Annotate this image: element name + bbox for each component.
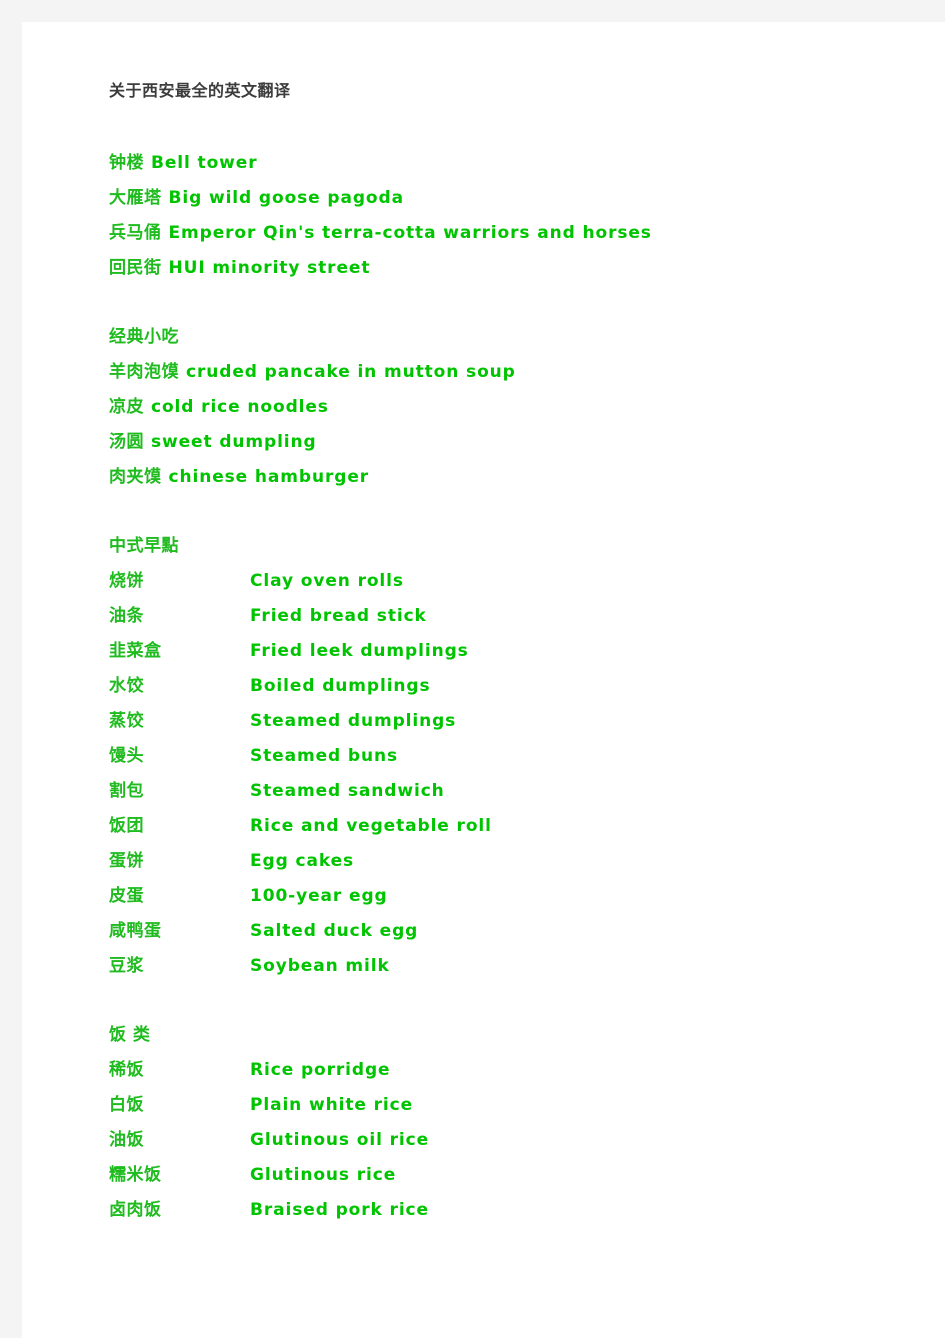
rice-english: Plain white rice (250, 1095, 414, 1115)
breakfast-chinese: 饭团 (109, 816, 144, 836)
list-item: 大雁塔 Big wild goose pagoda (109, 181, 889, 216)
table-row: 油饭 Glutinous oil rice (109, 1123, 889, 1158)
page-title: 关于西安最全的英文翻译 (109, 81, 291, 100)
breakfast-english: 100-year egg (250, 886, 388, 906)
breakfast-chinese: 油条 (109, 606, 144, 626)
breakfast-english: Rice and vegetable roll (250, 816, 492, 836)
snack-chinese: 汤圆 (109, 432, 144, 452)
table-row: 水饺 Boiled dumplings (109, 669, 889, 704)
breakfast-chinese: 馒头 (109, 746, 144, 766)
list-item: 肉夹馍 chinese hamburger (109, 460, 889, 495)
table-row: 糯米饭 Glutinous rice (109, 1158, 889, 1193)
rice-chinese: 稀饭 (109, 1060, 144, 1080)
rice-english: Glutinous rice (250, 1165, 397, 1185)
breakfast-chinese: 水饺 (109, 676, 144, 696)
list-item: 汤圆 sweet dumpling (109, 425, 889, 460)
rice-english: Braised pork rice (250, 1200, 429, 1220)
rice-english: Glutinous oil rice (250, 1130, 430, 1150)
landmark-chinese: 大雁塔 (109, 188, 162, 208)
table-row: 蒸饺 Steamed dumplings (109, 704, 889, 739)
landmark-chinese: 回民街 (109, 258, 162, 278)
breakfast-english: Fried leek dumplings (250, 641, 469, 661)
breakfast-chinese: 烧饼 (109, 571, 144, 591)
breakfast-english: Boiled dumplings (250, 676, 431, 696)
table-row: 油条 Fried bread stick (109, 599, 889, 634)
breakfast-chinese: 蛋饼 (109, 851, 144, 871)
rice-chinese: 卤肉饭 (109, 1200, 162, 1220)
breakfast-english: Clay oven rolls (250, 571, 404, 591)
breakfast-english: Steamed dumplings (250, 711, 457, 731)
rice-chinese: 白饭 (109, 1095, 144, 1115)
breakfast-chinese: 咸鸭蛋 (109, 921, 162, 941)
table-row: 割包 Steamed sandwich (109, 774, 889, 809)
breakfast-chinese: 豆浆 (109, 956, 144, 976)
rice-english: Rice porridge (250, 1060, 391, 1080)
snack-english: sweet dumpling (151, 432, 317, 452)
list-item: 羊肉泡馍 cruded pancake in mutton soup (109, 355, 889, 390)
landmark-chinese: 兵马俑 (109, 223, 162, 243)
landmark-english: HUI minority street (168, 258, 371, 278)
table-row: 馒头 Steamed buns (109, 739, 889, 774)
landmarks-section: 钟楼 Bell tower 大雁塔 Big wild goose pagoda 兵马… (109, 146, 889, 286)
table-row: 豆浆 Soybean milk (109, 949, 889, 984)
snack-english: cruded pancake in mutton soup (186, 362, 516, 382)
breakfast-chinese: 皮蛋 (109, 886, 144, 906)
breakfast-english: Steamed sandwich (250, 781, 445, 801)
section-heading-breakfast: 中式早點 (109, 529, 889, 564)
section-heading-label: 经典小吃 (109, 327, 179, 347)
table-row: 稀饭 Rice porridge (109, 1053, 889, 1088)
landmark-english: Emperor Qin's terra-cotta warriors and h… (168, 223, 652, 243)
section-heading-snacks: 经典小吃 (109, 320, 889, 355)
section-heading-rice: 饭 类 (109, 1018, 889, 1053)
table-row: 韭菜盒 Fried leek dumplings (109, 634, 889, 669)
snack-chinese: 凉皮 (109, 397, 144, 417)
landmark-chinese: 钟楼 (109, 153, 144, 173)
list-item: 回民街 HUI minority street (109, 251, 889, 286)
breakfast-chinese: 割包 (109, 781, 144, 801)
document-page: 关于西安最全的英文翻译 钟楼 Bell tower 大雁塔 Big wild goo… (22, 22, 945, 1338)
landmark-english: Bell tower (151, 153, 258, 173)
breakfast-chinese: 蒸饺 (109, 711, 144, 731)
snack-english: cold rice noodles (151, 397, 329, 417)
table-row: 饭团 Rice and vegetable roll (109, 809, 889, 844)
breakfast-english: Steamed buns (250, 746, 398, 766)
breakfast-english: Soybean milk (250, 956, 390, 976)
rice-chinese: 油饭 (109, 1130, 144, 1150)
snacks-section: 经典小吃 羊肉泡馍 cruded pancake in mutton soup 凉… (109, 320, 889, 495)
document-content: 关于西安最全的英文翻译 钟楼 Bell tower 大雁塔 Big wild goo… (109, 80, 889, 1228)
table-row: 蛋饼 Egg cakes (109, 844, 889, 879)
table-row: 皮蛋 100-year egg (109, 879, 889, 914)
landmark-english: Big wild goose pagoda (168, 188, 404, 208)
snack-chinese: 羊肉泡馍 (109, 362, 179, 382)
rice-section: 饭 类 稀饭 Rice porridge 白饭 Plain white rice 油… (109, 1018, 889, 1228)
breakfast-chinese: 韭菜盒 (109, 641, 162, 661)
snack-chinese: 肉夹馍 (109, 467, 162, 487)
table-row: 白饭 Plain white rice (109, 1088, 889, 1123)
breakfast-english: Egg cakes (250, 851, 355, 871)
list-item: 凉皮 cold rice noodles (109, 390, 889, 425)
section-heading-label: 饭 类 (109, 1025, 151, 1045)
table-row: 咸鸭蛋 Salted duck egg (109, 914, 889, 949)
breakfast-english: Fried bread stick (250, 606, 427, 626)
table-row: 烧饼 Clay oven rolls (109, 564, 889, 599)
breakfast-english: Salted duck egg (250, 921, 419, 941)
rice-chinese: 糯米饭 (109, 1165, 162, 1185)
list-item: 钟楼 Bell tower (109, 146, 889, 181)
section-heading-label: 中式早點 (109, 536, 179, 556)
breakfast-section: 中式早點 烧饼 Clay oven rolls 油条 Fried bread sti… (109, 529, 889, 984)
table-row: 卤肉饭 Braised pork rice (109, 1193, 889, 1228)
list-item: 兵马俑 Emperor Qin's terra-cotta warriors an… (109, 216, 889, 251)
snack-english: chinese hamburger (168, 467, 370, 487)
